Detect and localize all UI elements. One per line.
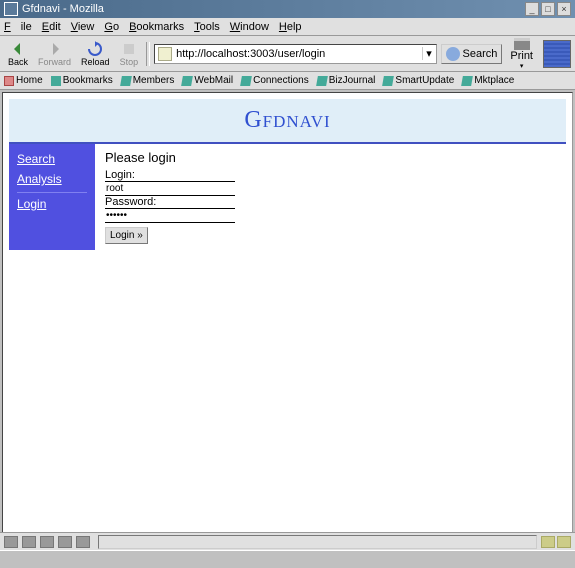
form-heading: Please login <box>105 150 556 165</box>
print-button[interactable]: Print ▾ <box>506 37 537 71</box>
home-icon <box>4 76 14 86</box>
composer-icon[interactable] <box>40 536 54 548</box>
menu-file[interactable]: File <box>4 21 32 33</box>
menu-bar: File Edit View Go Bookmarks Tools Window… <box>0 18 575 36</box>
toolbar: Back Forward Reload Stop ▾ Search Print … <box>0 36 575 72</box>
linkbar-mktplace[interactable]: Mktplace <box>462 75 514 86</box>
page-icon <box>158 47 172 61</box>
menu-go[interactable]: Go <box>104 21 119 33</box>
password-label: Password: <box>105 196 156 208</box>
linkbar-webmail[interactable]: WebMail <box>182 75 233 86</box>
content-area: Gfdnavi Search Analysis Login Please log… <box>2 92 573 542</box>
back-icon <box>10 41 26 57</box>
status-bar <box>0 532 575 550</box>
stop-button[interactable]: Stop <box>116 40 143 68</box>
sidebar: Search Analysis Login <box>9 144 95 250</box>
app-title: Gfdnavi <box>17 107 558 134</box>
page-icon <box>120 76 132 86</box>
url-bar[interactable]: ▾ <box>154 44 436 64</box>
password-input[interactable] <box>105 208 235 223</box>
main-panel: Please login Login: Password: Login » <box>95 144 566 250</box>
search-icon <box>446 47 460 61</box>
menu-tools[interactable]: Tools <box>194 21 220 33</box>
taskbar <box>0 550 575 568</box>
reload-icon <box>87 41 103 57</box>
mail-icon[interactable] <box>22 536 36 548</box>
linkbar-smartupdate[interactable]: SmartUpdate <box>383 75 454 86</box>
back-button[interactable]: Back <box>4 40 32 68</box>
maximize-button[interactable]: □ <box>541 2 555 16</box>
login-input[interactable] <box>105 181 235 196</box>
page-icon <box>461 76 473 86</box>
banner: Gfdnavi <box>9 99 566 144</box>
linkbar-connections[interactable]: Connections <box>241 75 309 86</box>
link-bar: Home Bookmarks Members WebMail Connectio… <box>0 72 575 90</box>
menu-view[interactable]: View <box>71 21 95 33</box>
linkbar-home[interactable]: Home <box>4 75 43 86</box>
sidebar-divider <box>17 192 87 193</box>
menu-edit[interactable]: Edit <box>42 21 61 33</box>
url-dropdown[interactable]: ▾ <box>422 47 436 60</box>
menu-help[interactable]: Help <box>279 21 302 33</box>
url-input[interactable] <box>175 47 421 61</box>
login-label: Login: <box>105 169 135 181</box>
status-text <box>98 535 537 549</box>
menu-window[interactable]: Window <box>230 21 269 33</box>
page-icon <box>383 76 395 86</box>
menu-bookmarks[interactable]: Bookmarks <box>129 21 184 33</box>
irc-icon[interactable] <box>76 536 90 548</box>
separator <box>146 42 150 66</box>
sidebar-analysis[interactable]: Analysis <box>17 172 87 186</box>
search-button[interactable]: Search <box>441 44 503 64</box>
linkbar-bizjournal[interactable]: BizJournal <box>317 75 376 86</box>
print-icon <box>514 38 530 50</box>
stop-icon <box>121 41 137 57</box>
throbber-icon <box>543 40 571 68</box>
online-icon[interactable] <box>541 536 555 548</box>
security-icon[interactable] <box>557 536 571 548</box>
close-button[interactable]: × <box>557 2 571 16</box>
linkbar-bookmarks[interactable]: Bookmarks <box>51 75 113 86</box>
reload-button[interactable]: Reload <box>77 40 114 68</box>
sidebar-search[interactable]: Search <box>17 152 87 166</box>
navigator-icon[interactable] <box>4 536 18 548</box>
sidebar-login[interactable]: Login <box>17 197 87 211</box>
app-icon <box>4 2 18 16</box>
linkbar-members[interactable]: Members <box>121 75 175 86</box>
login-button[interactable]: Login » <box>105 227 148 244</box>
page-icon <box>240 76 252 86</box>
bookmark-icon <box>51 76 61 86</box>
addressbook-icon[interactable] <box>58 536 72 548</box>
page-icon <box>182 76 194 86</box>
minimize-button[interactable]: _ <box>525 2 539 16</box>
page-icon <box>316 76 328 86</box>
forward-button[interactable]: Forward <box>34 40 75 68</box>
window-title: Gfdnavi - Mozilla <box>22 3 523 15</box>
forward-icon <box>47 41 63 57</box>
